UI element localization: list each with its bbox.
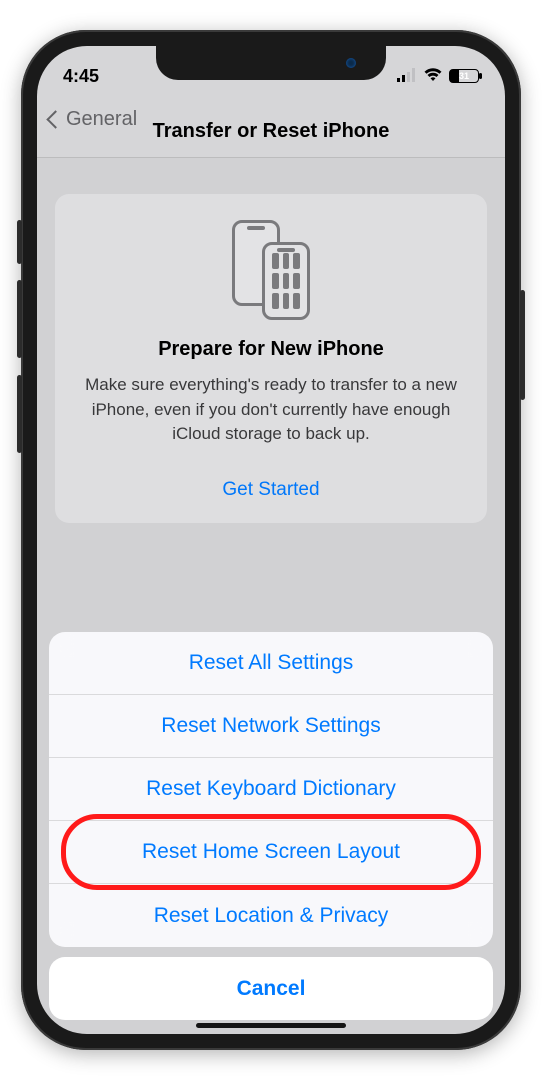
device-frame: 4:45 31 General Transfer or Reset iPhone <box>21 30 521 1050</box>
cancel-button[interactable]: Cancel <box>49 957 493 1020</box>
clock: 4:45 <box>63 66 99 87</box>
reset-keyboard-dictionary-button[interactable]: Reset Keyboard Dictionary <box>49 758 493 821</box>
back-label: General <box>66 108 137 131</box>
page-title: Transfer or Reset iPhone <box>153 120 390 143</box>
notch <box>156 46 386 80</box>
cell-signal-icon <box>397 66 417 87</box>
reset-all-settings-button[interactable]: Reset All Settings <box>49 632 493 695</box>
camera-icon <box>346 58 356 68</box>
action-sheet: Reset All Settings Reset Network Setting… <box>37 632 505 1034</box>
reset-home-screen-layout-button[interactable]: Reset Home Screen Layout <box>49 821 493 884</box>
screen: 4:45 31 General Transfer or Reset iPhone <box>37 46 505 1034</box>
battery-icon: 31 <box>449 69 479 83</box>
power-button <box>520 290 525 400</box>
home-indicator[interactable] <box>196 1023 346 1028</box>
reset-location-privacy-button[interactable]: Reset Location & Privacy <box>49 884 493 947</box>
volume-up <box>17 280 22 358</box>
reset-home-screen-layout-label: Reset Home Screen Layout <box>142 840 400 864</box>
volume-down <box>17 375 22 453</box>
battery-percent: 31 <box>450 71 478 81</box>
chevron-left-icon <box>46 110 64 128</box>
reset-network-settings-button[interactable]: Reset Network Settings <box>49 695 493 758</box>
wifi-icon <box>423 66 443 87</box>
mute-switch <box>17 220 22 264</box>
back-button[interactable]: General <box>49 108 137 131</box>
